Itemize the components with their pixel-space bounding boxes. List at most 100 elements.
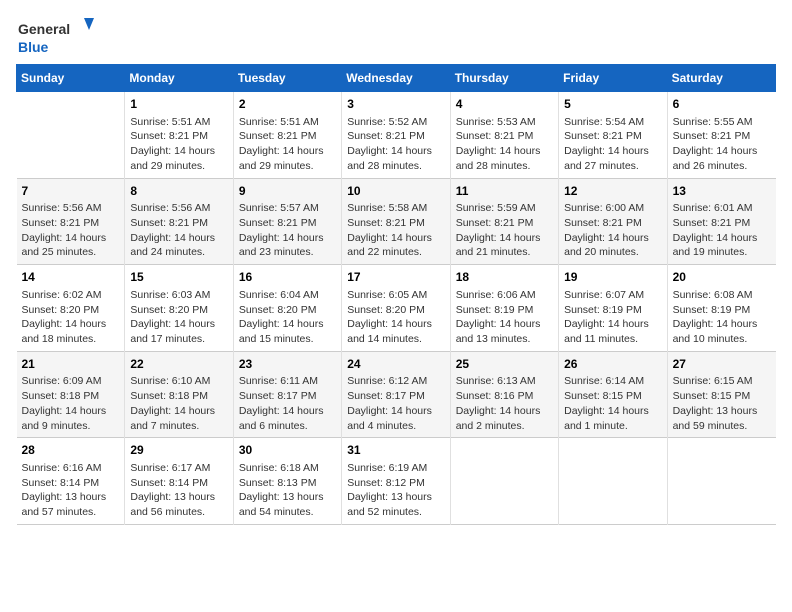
day-number: 12 [564,183,661,200]
day-info: Sunrise: 5:54 AMSunset: 8:21 PMDaylight:… [564,115,661,174]
calendar-cell: 25Sunrise: 6:13 AMSunset: 8:16 PMDayligh… [450,351,558,438]
calendar-cell: 6 Sunrise: 5:55 AMSunset: 8:21 PMDaylight… [667,92,775,179]
weekday-header: Saturday [667,65,775,92]
weekday-header: Sunday [17,65,125,92]
day-info: Sunrise: 6:03 AMSunset: 8:20 PMDaylight:… [130,288,227,347]
day-info: Sunrise: 5:56 AMSunset: 8:21 PMDaylight:… [22,201,120,260]
day-info: Sunrise: 6:10 AMSunset: 8:18 PMDaylight:… [130,374,227,433]
calendar-cell: 3 Sunrise: 5:52 AMSunset: 8:21 PMDaylight… [342,92,450,179]
calendar-table: SundayMondayTuesdayWednesdayThursdayFrid… [16,64,776,525]
day-info: Sunrise: 5:53 AMSunset: 8:21 PMDaylight:… [456,115,553,174]
calendar-cell: 1Sunrise: 5:51 AMSunset: 8:21 PMDaylight… [125,92,233,179]
day-number: 9 [239,183,336,200]
day-info: Sunrise: 6:08 AMSunset: 8:19 PMDaylight:… [673,288,771,347]
day-info: Sunrise: 5:56 AMSunset: 8:21 PMDaylight:… [130,201,227,260]
day-info: Sunrise: 5:52 AMSunset: 8:21 PMDaylight:… [347,115,444,174]
calendar-cell: 4 Sunrise: 5:53 AMSunset: 8:21 PMDaylight… [450,92,558,179]
day-number: 16 [239,269,336,286]
calendar-cell: 2 Sunrise: 5:51 AMSunset: 8:21 PMDaylight… [233,92,341,179]
calendar-cell: 8Sunrise: 5:56 AMSunset: 8:21 PMDaylight… [125,178,233,265]
day-info: Sunrise: 5:59 AMSunset: 8:21 PMDaylight:… [456,201,553,260]
day-number: 15 [130,269,227,286]
calendar-cell: 13Sunrise: 6:01 AMSunset: 8:21 PMDayligh… [667,178,775,265]
calendar-cell: 26Sunrise: 6:14 AMSunset: 8:15 PMDayligh… [559,351,667,438]
calendar-cell [450,438,558,525]
day-info: Sunrise: 6:19 AMSunset: 8:12 PMDaylight:… [347,461,444,520]
day-info: Sunrise: 6:02 AMSunset: 8:20 PMDaylight:… [22,288,120,347]
calendar-week-row: 1 Sunrise: 5:51 AMSunset: 8:21 PMDaylight… [17,92,776,179]
header: General Blue [16,16,776,56]
day-number: 7 [22,183,120,200]
day-number: 21 [22,356,120,373]
logo-icon: General Blue [16,16,96,56]
calendar-week-row: 14 Sunrise: 6:02 AMSunset: 8:20 PMDayligh… [17,265,776,352]
svg-text:Blue: Blue [18,39,49,55]
day-info: Sunrise: 6:12 AMSunset: 8:17 PMDaylight:… [347,374,444,433]
day-number: 3 [347,96,444,113]
day-info: Sunrise: 6:18 AMSunset: 8:13 PMDaylight:… [239,461,336,520]
calendar-cell: 23Sunrise: 6:11 AMSunset: 8:17 PMDayligh… [233,351,341,438]
day-info: Sunrise: 5:51 AMSunset: 8:21 PMDaylight:… [239,115,336,174]
day-number: 11 [456,183,553,200]
header-row: SundayMondayTuesdayWednesdayThursdayFrid… [17,65,776,92]
day-info: Sunrise: 6:13 AMSunset: 8:16 PMDaylight:… [456,374,553,433]
day-info: Sunrise: 6:07 AMSunset: 8:19 PMDaylight:… [564,288,661,347]
day-number: 13 [673,183,771,200]
day-number: 26 [564,356,661,373]
day-number: 19 [564,269,661,286]
calendar-cell: 29Sunrise: 6:17 AMSunset: 8:14 PMDayligh… [125,438,233,525]
day-number: 4 [456,96,553,113]
day-info: Sunrise: 6:01 AMSunset: 8:21 PMDaylight:… [673,201,771,260]
day-info: Sunrise: 6:17 AMSunset: 8:14 PMDaylight:… [130,461,227,520]
calendar-cell: 22Sunrise: 6:10 AMSunset: 8:18 PMDayligh… [125,351,233,438]
day-info: Sunrise: 5:55 AMSunset: 8:21 PMDaylight:… [673,115,771,174]
day-number: 2 [239,96,336,113]
day-number: 6 [673,96,771,113]
calendar-week-row: 7Sunrise: 5:56 AMSunset: 8:21 PMDaylight… [17,178,776,265]
calendar-week-row: 21Sunrise: 6:09 AMSunset: 8:18 PMDayligh… [17,351,776,438]
calendar-cell: 14 Sunrise: 6:02 AMSunset: 8:20 PMDayligh… [17,265,125,352]
calendar-cell: 16 Sunrise: 6:04 AMSunset: 8:20 PMDayligh… [233,265,341,352]
day-number: 17 [347,269,444,286]
day-number: 22 [130,356,227,373]
day-number: 14 [22,269,120,286]
calendar-cell: 21Sunrise: 6:09 AMSunset: 8:18 PMDayligh… [17,351,125,438]
svg-text:General: General [18,21,70,37]
day-number: 23 [239,356,336,373]
calendar-cell: 20Sunrise: 6:08 AMSunset: 8:19 PMDayligh… [667,265,775,352]
day-number: 10 [347,183,444,200]
day-number: 27 [673,356,771,373]
logo: General Blue [16,16,96,56]
day-number: 25 [456,356,553,373]
calendar-cell: 5Sunrise: 5:54 AMSunset: 8:21 PMDaylight… [559,92,667,179]
day-number: 18 [456,269,553,286]
day-info: Sunrise: 5:57 AMSunset: 8:21 PMDaylight:… [239,201,336,260]
calendar-cell: 9Sunrise: 5:57 AMSunset: 8:21 PMDaylight… [233,178,341,265]
calendar-cell: 30 Sunrise: 6:18 AMSunset: 8:13 PMDayligh… [233,438,341,525]
calendar-cell: 31Sunrise: 6:19 AMSunset: 8:12 PMDayligh… [342,438,450,525]
calendar-cell: 27Sunrise: 6:15 AMSunset: 8:15 PMDayligh… [667,351,775,438]
day-number: 30 [239,442,336,459]
day-number: 28 [22,442,120,459]
day-info: Sunrise: 6:16 AMSunset: 8:14 PMDaylight:… [22,461,120,520]
calendar-week-row: 28 Sunrise: 6:16 AMSunset: 8:14 PMDayligh… [17,438,776,525]
weekday-header: Monday [125,65,233,92]
calendar-cell: 28 Sunrise: 6:16 AMSunset: 8:14 PMDayligh… [17,438,125,525]
day-number: 24 [347,356,444,373]
day-number: 1 [130,96,227,113]
day-info: Sunrise: 6:00 AMSunset: 8:21 PMDaylight:… [564,201,661,260]
calendar-cell: 11Sunrise: 5:59 AMSunset: 8:21 PMDayligh… [450,178,558,265]
calendar-cell: 24Sunrise: 6:12 AMSunset: 8:17 PMDayligh… [342,351,450,438]
day-info: Sunrise: 5:58 AMSunset: 8:21 PMDaylight:… [347,201,444,260]
calendar-cell: 7Sunrise: 5:56 AMSunset: 8:21 PMDaylight… [17,178,125,265]
calendar-cell [17,92,125,179]
calendar-cell [559,438,667,525]
calendar-cell: 15 Sunrise: 6:03 AMSunset: 8:20 PMDayligh… [125,265,233,352]
calendar-cell: 18 Sunrise: 6:06 AMSunset: 8:19 PMDayligh… [450,265,558,352]
calendar-cell: 10Sunrise: 5:58 AMSunset: 8:21 PMDayligh… [342,178,450,265]
day-info: Sunrise: 6:15 AMSunset: 8:15 PMDaylight:… [673,374,771,433]
day-info: Sunrise: 6:06 AMSunset: 8:19 PMDaylight:… [456,288,553,347]
weekday-header: Friday [559,65,667,92]
weekday-header: Thursday [450,65,558,92]
day-info: Sunrise: 6:04 AMSunset: 8:20 PMDaylight:… [239,288,336,347]
